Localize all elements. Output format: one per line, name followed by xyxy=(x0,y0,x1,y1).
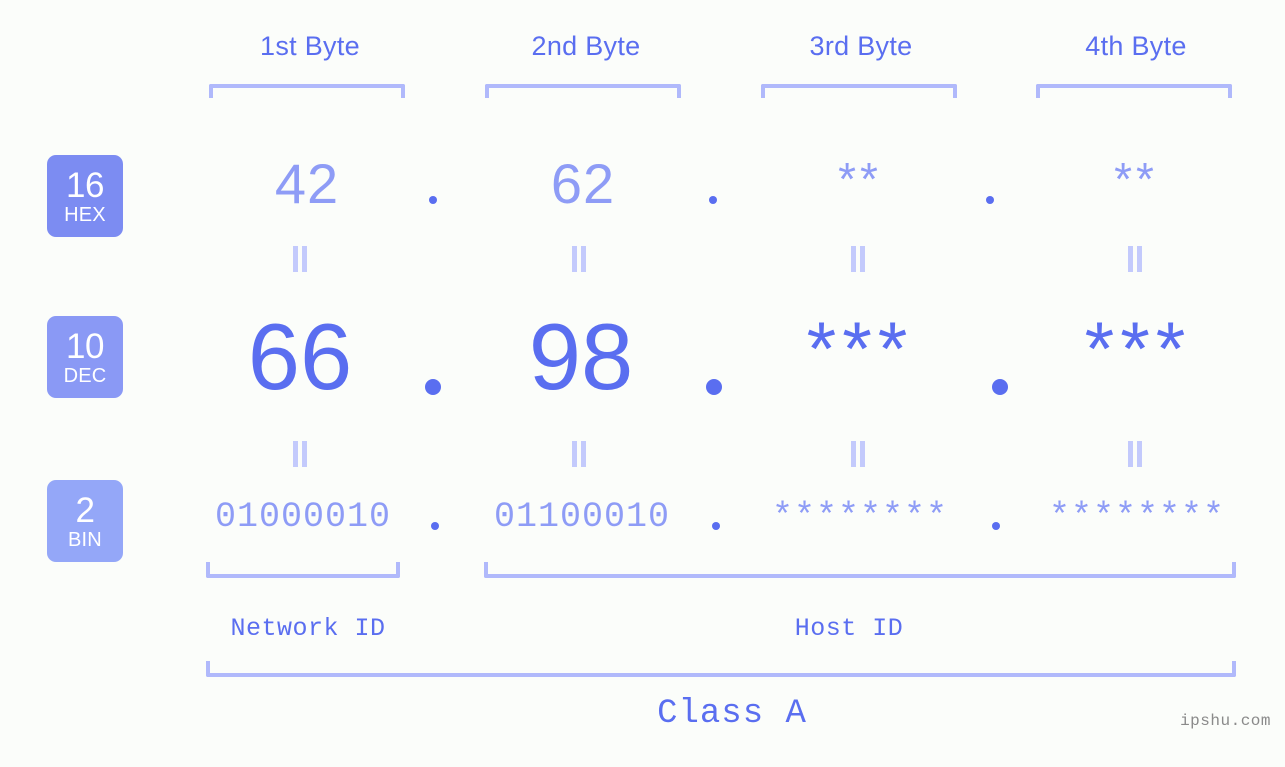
hex-value-byte-3: ** xyxy=(838,153,882,205)
equals-mark-hex-dec-3 xyxy=(850,246,866,272)
hex-value-byte-1: 42 xyxy=(274,152,340,215)
class-bracket xyxy=(206,661,1236,677)
base-badge-dec-label: DEC xyxy=(63,364,107,387)
bin-value-byte-2: 01100010 xyxy=(493,497,671,537)
host-id-label: Host ID xyxy=(794,614,904,643)
byte-bracket-2 xyxy=(485,84,681,98)
bin-dot-separator-1 xyxy=(431,522,439,530)
equals-mark-dec-bin-2 xyxy=(571,441,587,467)
base-badge-bin: 2 BIN xyxy=(47,480,123,562)
bin-value-byte-3: ******** xyxy=(771,497,949,537)
base-badge-hex: 16 HEX xyxy=(47,155,123,237)
byte-bracket-1 xyxy=(209,84,405,98)
hex-value-byte-4: ** xyxy=(1114,153,1158,205)
host-id-bracket xyxy=(484,562,1236,578)
hex-dot-separator-3 xyxy=(986,196,994,204)
site-watermark: ipshu.com xyxy=(1180,712,1271,730)
byte-header-4: 4th Byte xyxy=(1085,31,1187,61)
dec-value-byte-3: *** xyxy=(806,307,914,392)
base-badge-dec-number: 10 xyxy=(66,326,104,366)
equals-mark-dec-bin-1 xyxy=(292,441,308,467)
dec-value-byte-2: 98 xyxy=(528,304,634,409)
hex-value-byte-2: 62 xyxy=(550,152,616,215)
class-label: Class A xyxy=(657,695,807,733)
ip-address-breakdown-diagram: 1st Byte 2nd Byte 3rd Byte 4th Byte 16 H… xyxy=(0,0,1285,767)
dec-value-byte-4: *** xyxy=(1084,307,1192,392)
byte-header-3: 3rd Byte xyxy=(809,31,913,61)
dec-dot-separator-3 xyxy=(992,379,1008,395)
equals-mark-hex-dec-1 xyxy=(292,246,308,272)
base-badge-hex-number: 16 xyxy=(66,165,104,205)
dec-dot-separator-1 xyxy=(425,379,441,395)
base-badge-hex-label: HEX xyxy=(64,203,106,226)
bin-value-byte-1: 01000010 xyxy=(214,497,392,537)
equals-mark-dec-bin-3 xyxy=(850,441,866,467)
bin-dot-separator-2 xyxy=(712,522,720,530)
byte-header-1: 1st Byte xyxy=(260,31,360,61)
dec-value-byte-1: 66 xyxy=(247,304,353,409)
network-id-label: Network ID xyxy=(230,614,386,643)
base-badge-dec: 10 DEC xyxy=(47,316,123,398)
bin-value-byte-4: ******** xyxy=(1048,497,1226,537)
equals-mark-hex-dec-2 xyxy=(571,246,587,272)
bin-dot-separator-3 xyxy=(992,522,1000,530)
byte-bracket-3 xyxy=(761,84,957,98)
dec-dot-separator-2 xyxy=(706,379,722,395)
base-badge-bin-label: BIN xyxy=(68,528,102,551)
byte-bracket-4 xyxy=(1036,84,1232,98)
equals-mark-hex-dec-4 xyxy=(1127,246,1143,272)
byte-header-2: 2nd Byte xyxy=(531,31,641,61)
base-badge-bin-number: 2 xyxy=(75,490,95,530)
network-id-bracket xyxy=(206,562,400,578)
hex-dot-separator-2 xyxy=(709,196,717,204)
hex-dot-separator-1 xyxy=(429,196,437,204)
equals-mark-dec-bin-4 xyxy=(1127,441,1143,467)
